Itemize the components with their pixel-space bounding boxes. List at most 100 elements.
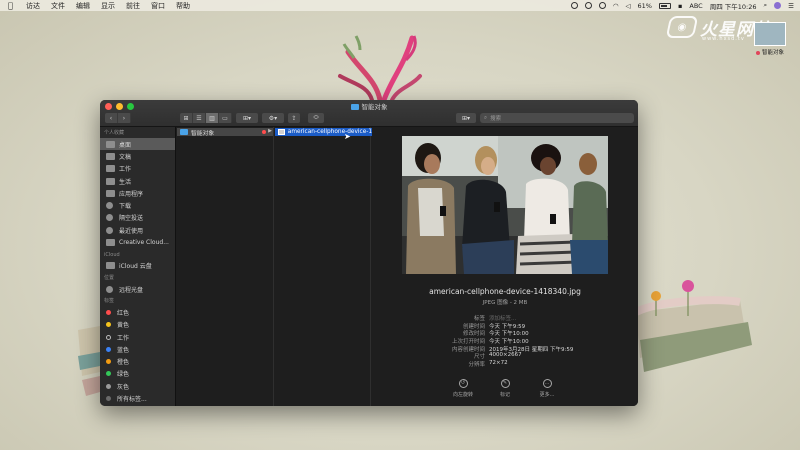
rotate-left-label: 向左旋转 [452, 392, 473, 398]
search-placeholder: 搜索 [490, 116, 502, 122]
sidebar-section-favorites: 个人收藏 [104, 130, 125, 136]
creative-cloud-icon [106, 239, 115, 247]
preview-filename: american-cellphone-device-1418340.jpg [429, 287, 581, 296]
mouse-cursor-icon: ➤ [344, 132, 351, 141]
more-label: 更多... [539, 392, 555, 398]
sidebar-section-icloud: iCloud [104, 251, 120, 258]
sidebar-item-work[interactable]: 工作 [100, 163, 175, 175]
markup-button[interactable]: ✎ 标记 [491, 379, 519, 398]
column1-row-smart-object[interactable]: 智能对象 ▶ [177, 128, 273, 137]
sidebar-section-tags: 标签 [104, 298, 115, 305]
share-button[interactable]: ⇪ [288, 113, 300, 123]
sidebar-tag-yellow[interactable]: 黄色 [100, 319, 175, 331]
title-bar[interactable]: 智能对象 ‹ › ⊞ ☰ ▥ ▭ ⊞▾ ⚙▾ ⇪ ⬭ ⊞▾ ⌕ 搜索 [100, 100, 638, 127]
right-pedestal [634, 280, 752, 372]
rotate-left-icon: ↺ [458, 379, 468, 388]
back-button[interactable]: ‹ [105, 113, 118, 123]
sidebar-item-applications[interactable]: 应用程序 [100, 187, 175, 199]
sidebar-tag-orange[interactable]: 橙色 [100, 355, 175, 367]
blue-tag-icon [106, 346, 111, 352]
coral-plant [338, 35, 422, 103]
watermark-logo: ◉ [665, 16, 699, 38]
rotate-left-button[interactable]: ↺ 向左旋转 [449, 379, 477, 398]
folder-icon [106, 165, 115, 173]
sidebar-tag-blue[interactable]: 蓝色 [100, 343, 175, 355]
folder-icon [180, 129, 188, 135]
sidebar-item-life[interactable]: 生活 [100, 175, 175, 187]
nav-buttons: ‹ › [105, 113, 131, 123]
downloads-icon [106, 202, 113, 210]
metadata-row-created: 创建时间 今天 下午9:59 [462, 323, 526, 330]
preview-pane: american-cellphone-device-1418340.jpg JP… [372, 127, 638, 406]
finder-window: 智能对象 ‹ › ⊞ ☰ ▥ ▭ ⊞▾ ⚙▾ ⇪ ⬭ ⊞▾ ⌕ 搜索 个人收藏 … [100, 100, 638, 406]
metadata-row-resolution: 分辨率 72×72 [468, 360, 508, 369]
watermark-sub: www.hxsd.tv [702, 36, 745, 42]
yellow-tag-icon [106, 322, 111, 328]
metadata-row-modified: 修改时间 今天 下午10:00 [462, 331, 529, 338]
metadata-row-content-created: 内容创建时间 2019年3月28日 星期四 下午9:59 [451, 346, 574, 353]
sidebar-item-icloud-drive[interactable]: iCloud 云盘 [100, 260, 175, 272]
desktop-folder-label: 智能对象 [761, 50, 784, 56]
red-tag-icon [755, 50, 760, 55]
metadata-row-dimensions: 尺寸 4000×2667 [473, 352, 522, 361]
left-pedestal [78, 326, 100, 396]
icon-view-button[interactable]: ⊞ [180, 113, 193, 123]
gray-tag-icon [106, 383, 111, 389]
sidebar-tag-gray[interactable]: 灰色 [100, 380, 175, 392]
sidebar-item-desktop[interactable]: 桌面 [100, 138, 175, 151]
forward-button[interactable]: › [118, 113, 131, 123]
column1-row-label: 智能对象 [191, 130, 215, 137]
image-file-icon [278, 129, 285, 135]
arrange-button[interactable]: ⊞▾ [236, 113, 258, 123]
all-tags-icon [106, 395, 111, 401]
view-mode-group: ⊞ ☰ ▥ ▭ [180, 113, 232, 123]
airdrop-icon [106, 214, 113, 222]
green-tag-icon [106, 371, 111, 377]
metadata-row-tags: 标签 添加标签... [473, 314, 517, 322]
column-1[interactable]: 智能对象 ▶ [177, 127, 274, 406]
sidebar-tag-green[interactable]: 绿色 [100, 368, 175, 380]
markup-label: 标记 [499, 392, 510, 398]
sidebar-tag-all[interactable]: 所有标签... [100, 392, 175, 404]
folder-icon [106, 177, 115, 185]
desktop-folder-item[interactable]: 智能对象 [752, 22, 788, 56]
search-input[interactable]: ⌕ 搜索 [480, 113, 634, 123]
add-tags-field[interactable]: 添加标签... [489, 314, 516, 322]
sidebar: 个人收藏 桌面 文稿 工作 生活 应用程序 下载 隔空投送 最近使用 Creat… [100, 127, 176, 406]
icloud-icon [106, 262, 115, 270]
chevron-right-icon: ▶ [268, 128, 272, 134]
sidebar-item-remote-disc[interactable]: 远程光盘 [100, 283, 175, 295]
gallery-view-button[interactable]: ▭ [219, 113, 232, 123]
list-view-button[interactable]: ☰ [193, 113, 206, 123]
disc-icon [106, 285, 113, 293]
sidebar-tag-work[interactable]: 工作 [100, 331, 175, 343]
recents-icon [106, 226, 113, 234]
documents-icon [106, 152, 115, 160]
sidebar-tag-red[interactable]: 红色 [100, 306, 175, 318]
sidebar-section-locations: 位置 [104, 274, 115, 281]
orange-tag-icon [106, 359, 111, 365]
folder-icon [350, 104, 359, 110]
search-icon: ⌕ [484, 114, 488, 121]
window-title: 智能对象 [361, 103, 388, 111]
metadata-list: 标签 添加标签... 创建时间 今天 下午9:59 修改时间 今天 下午10:00 上… [372, 314, 638, 368]
quick-actions: ↺ 向左旋转 ✎ 标记 … 更多... [372, 379, 638, 398]
column-2[interactable]: american-cellphone-device-1418340.jpg ➤ [275, 127, 405, 406]
sidebar-item-documents[interactable]: 文稿 [100, 150, 175, 162]
sidebar-item-creative-cloud[interactable]: Creative Cloud... [100, 236, 175, 248]
red-tag-icon [106, 309, 111, 315]
metadata-row-last-opened: 上次打开时间 今天 下午10:00 [451, 339, 529, 346]
tags-button[interactable]: ⬭ [308, 113, 324, 123]
more-icon: … [542, 379, 552, 388]
action-button[interactable]: ⚙▾ [262, 113, 284, 123]
sidebar-item-downloads[interactable]: 下载 [100, 199, 175, 211]
more-button[interactable]: … 更多... [533, 379, 561, 398]
column-view-button[interactable]: ▥ [206, 113, 219, 123]
work-tag-icon [106, 334, 111, 340]
group-button[interactable]: ⊞▾ [456, 113, 476, 123]
desktop-folder-thumbnail [754, 22, 786, 46]
red-tag-icon [262, 130, 266, 134]
sidebar-item-recents[interactable]: 最近使用 [100, 224, 175, 236]
sidebar-item-airdrop[interactable]: 隔空投送 [100, 212, 175, 224]
markup-icon: ✎ [500, 379, 510, 388]
